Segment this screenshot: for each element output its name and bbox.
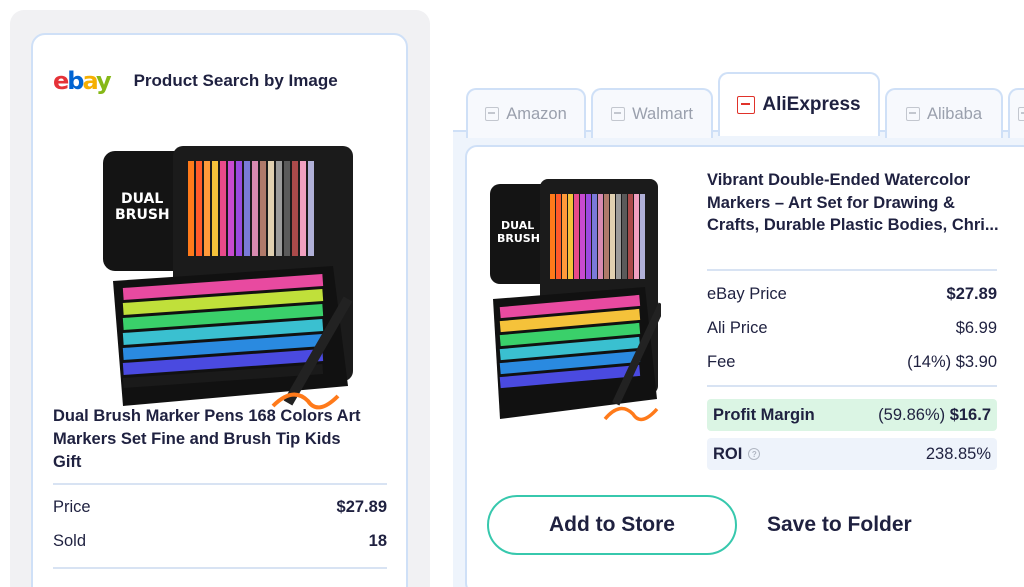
ebay-price-value: $27.89	[946, 285, 997, 303]
profit-margin-value: (59.86%) $16.7	[878, 406, 991, 425]
product-image: DUAL BRUSH	[490, 179, 661, 422]
ali-price-row: Ali Price $6.99	[707, 319, 997, 338]
store-icon	[485, 107, 500, 121]
store-icon	[1017, 107, 1024, 121]
ebay-price-label: eBay Price	[707, 285, 787, 303]
card-header: ebay Product Search by Image	[53, 69, 338, 93]
tab-label: AliExpress	[762, 94, 861, 115]
product-image: DUAL BRUSH	[103, 146, 353, 410]
divider	[53, 483, 387, 485]
add-to-store-button[interactable]: Add to Store	[487, 495, 737, 555]
divider	[53, 567, 387, 569]
svg-text:BRUSH: BRUSH	[497, 232, 540, 245]
tab-label: Alibaba	[926, 104, 983, 123]
product-title[interactable]: Vibrant Double-Ended Watercolor Markers …	[707, 169, 1007, 237]
info-icon[interactable]: ?	[748, 448, 761, 460]
tab-label: Amazon	[506, 104, 567, 123]
tab-overflow[interactable]	[1008, 88, 1024, 138]
marketplace-tabs: Amazon Walmart AliExpress Alibaba	[453, 70, 1024, 138]
aliexpress-product-card: DUAL BRUSH Vibrant Double-Ended Watercol…	[465, 145, 1024, 587]
tab-alibaba[interactable]: Alibaba	[885, 88, 1003, 138]
svg-text:BRUSH: BRUSH	[115, 207, 170, 223]
save-to-folder-button[interactable]: Save to Folder	[757, 495, 937, 555]
page-title: Product Search by Image	[133, 71, 338, 90]
ebay-product-card: ebay Product Search by Image DUAL BRUSH …	[31, 33, 408, 587]
product-title: Dual Brush Marker Pens 168 Colors Art Ma…	[53, 407, 361, 471]
tab-label: Walmart	[632, 104, 693, 123]
roi-label: ROI	[713, 444, 743, 463]
ali-price-label: Ali Price	[707, 319, 768, 337]
aliexpress-bag-icon	[737, 96, 756, 114]
profit-margin-label: Profit Margin	[713, 405, 815, 424]
ebay-price-row: eBay Price $27.89	[707, 285, 997, 304]
svg-text:DUAL: DUAL	[121, 191, 163, 207]
tab-aliexpress[interactable]: AliExpress	[718, 72, 880, 136]
store-icon	[905, 107, 920, 121]
profit-margin-amount: $16.7	[949, 405, 991, 424]
tab-walmart[interactable]: Walmart	[591, 88, 713, 138]
ebay-logo: ebay	[53, 67, 112, 95]
price-label: Price	[53, 498, 91, 516]
roi-value: 238.85%	[925, 444, 991, 463]
fee-value: (14%) $3.90	[907, 353, 997, 371]
sold-value: 18	[368, 532, 387, 550]
profit-margin-row: Profit Margin (59.86%) $16.7	[707, 399, 997, 431]
sold-label: Sold	[53, 532, 87, 550]
tab-amazon[interactable]: Amazon	[466, 88, 586, 138]
sold-row: Sold 18	[53, 532, 387, 551]
roi-row: ROI ? 238.85%	[707, 438, 997, 470]
svg-text:DUAL: DUAL	[501, 219, 534, 232]
roi-label-wrap: ROI ?	[713, 444, 761, 464]
price-value: $27.89	[336, 498, 387, 516]
fee-row: Fee (14%) $3.90	[707, 353, 997, 372]
ali-price-value: $6.99	[955, 319, 997, 337]
fee-label: Fee	[707, 353, 736, 371]
price-row: Price $27.89	[53, 498, 387, 517]
store-icon	[611, 107, 626, 121]
divider	[707, 269, 997, 271]
divider	[707, 385, 997, 387]
profit-margin-percent: (59.86%)	[878, 405, 946, 424]
